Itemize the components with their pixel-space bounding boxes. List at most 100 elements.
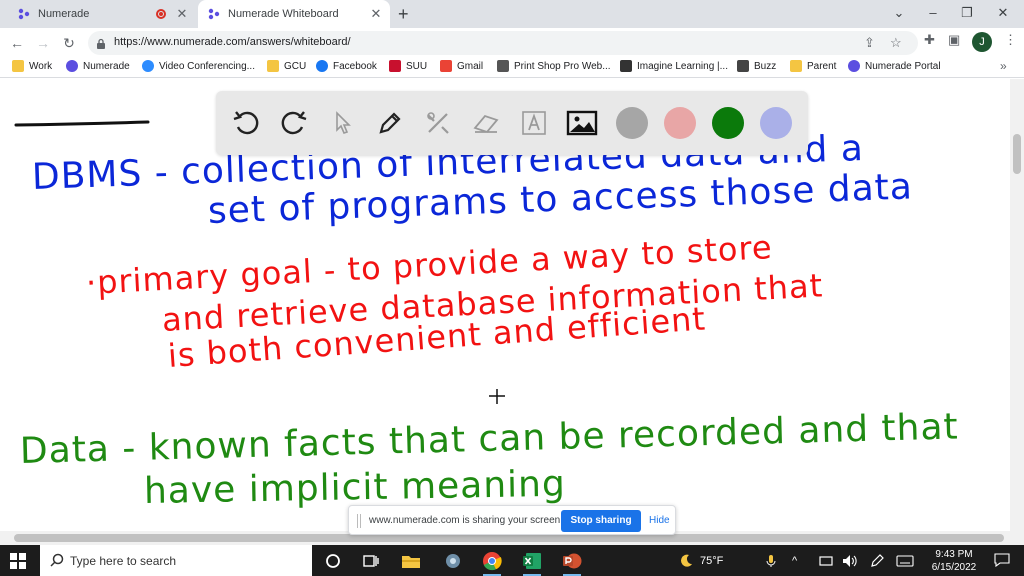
numerade-icon: [848, 60, 860, 72]
folder-icon: [267, 60, 279, 72]
drag-handle-icon[interactable]: [357, 514, 361, 528]
scrollbar-thumb[interactable]: [1013, 134, 1021, 174]
tab-numerade[interactable]: Numerade ✕: [8, 0, 196, 28]
whiteboard-toolbar: [216, 91, 808, 155]
chevron-down-icon[interactable]: ⌄: [882, 0, 916, 28]
chevron-up-icon[interactable]: ^: [792, 545, 797, 576]
moon-icon: [681, 554, 692, 567]
text-icon[interactable]: [516, 105, 552, 141]
numerade-icon: [208, 8, 220, 20]
vertical-scrollbar[interactable]: [1010, 79, 1024, 531]
numerade-icon: [66, 60, 78, 72]
bookmark-parent[interactable]: Parent: [790, 60, 836, 72]
bookmark-work[interactable]: Work: [12, 60, 52, 72]
whiteboard-canvas[interactable]: DBMS - collection of interrelated data a…: [0, 79, 1010, 531]
url-text: https://www.numerade.com/answers/whitebo…: [114, 36, 351, 48]
address-bar[interactable]: https://www.numerade.com/answers/whitebo…: [88, 31, 918, 55]
search-icon: [50, 553, 64, 572]
folder-icon: [790, 60, 802, 72]
taskbar-search-box[interactable]: Type here to search: [40, 545, 312, 576]
chrome-icon[interactable]: [477, 549, 507, 576]
tab-numerade-whiteboard[interactable]: Numerade Whiteboard ✕: [198, 0, 390, 28]
stop-sharing-button[interactable]: Stop sharing: [561, 510, 641, 532]
bookmark-video-conferencing[interactable]: Video Conferencing...: [142, 60, 255, 72]
close-tab-icon[interactable]: ✕: [368, 6, 384, 22]
facebook-icon: [316, 60, 328, 72]
task-view-icon[interactable]: [356, 549, 386, 573]
side-panel-icon[interactable]: ▣: [948, 32, 960, 48]
bookmarks-more-button[interactable]: »: [1000, 59, 1007, 73]
undo-icon[interactable]: [228, 105, 264, 141]
file-explorer-icon[interactable]: [396, 549, 426, 573]
avatar[interactable]: J: [972, 32, 992, 52]
tab-title: Numerade: [38, 8, 90, 20]
keyboard-icon[interactable]: [896, 545, 914, 576]
extensions-icon[interactable]: ✚: [924, 32, 935, 48]
image-icon[interactable]: [564, 105, 600, 141]
network-icon[interactable]: [818, 545, 834, 576]
suu-icon: [389, 60, 401, 72]
eraser-icon[interactable]: [468, 105, 504, 141]
gmail-icon: [440, 60, 452, 72]
bookmark-imagine-learning[interactable]: Imagine Learning |...: [620, 60, 728, 72]
color-swatch-gray[interactable]: [616, 107, 648, 139]
bookmark-suu[interactable]: SUU: [389, 60, 427, 72]
clock-date: 6/15/2022: [931, 562, 977, 573]
scrollbar-thumb[interactable]: [14, 534, 1004, 542]
minimize-button[interactable]: –: [916, 0, 950, 28]
windows-start-icon[interactable]: [10, 553, 26, 574]
bookmark-numerade[interactable]: Numerade: [66, 60, 130, 72]
menu-icon[interactable]: ⋮: [1004, 32, 1017, 48]
new-tab-button[interactable]: +: [398, 4, 409, 25]
share-message: www.numerade.com is sharing your screen.: [369, 515, 563, 526]
browser-tab-strip: Numerade ✕ Numerade Whiteboard ✕ + ⌄ – ❐…: [0, 0, 1024, 28]
bookmark-gmail[interactable]: Gmail: [440, 60, 483, 72]
pen-workspace-icon[interactable]: [870, 545, 884, 576]
tools-icon[interactable]: [420, 105, 456, 141]
video-icon: [142, 60, 154, 72]
tab-title: Numerade Whiteboard: [228, 8, 339, 20]
reload-button[interactable]: ↻: [58, 32, 80, 54]
snipping-tool-icon[interactable]: [438, 549, 468, 573]
back-button[interactable]: ←: [6, 32, 28, 54]
close-window-button[interactable]: ✕: [986, 0, 1020, 28]
folder-icon: [12, 60, 24, 72]
color-swatch-red[interactable]: [664, 107, 696, 139]
color-swatch-green[interactable]: [712, 107, 744, 139]
notifications-icon[interactable]: [994, 553, 1010, 572]
volume-icon[interactable]: [842, 545, 858, 576]
bookmark-print-shop[interactable]: Print Shop Pro Web...: [497, 60, 611, 72]
star-icon[interactable]: ☆: [890, 35, 902, 51]
weather-temp: 75°F: [700, 554, 724, 567]
pointer-icon[interactable]: [324, 105, 360, 141]
excel-icon[interactable]: [517, 549, 547, 576]
weather-widget[interactable]: 75°F: [678, 545, 723, 576]
bookmark-numerade-portal[interactable]: Numerade Portal: [848, 60, 941, 72]
bookmark-gcu[interactable]: GCU: [267, 60, 306, 72]
numerade-icon: [18, 8, 30, 20]
windows-taskbar: Type here to search 75°F ^ 9:43 PM 6/15/…: [0, 545, 1024, 576]
search-placeholder: Type here to search: [70, 554, 177, 568]
clock-time: 9:43 PM: [935, 549, 973, 560]
buzz-icon: [737, 60, 749, 72]
taskbar-clock[interactable]: 9:43 PM 6/15/2022: [922, 548, 986, 574]
redo-icon[interactable]: [276, 105, 312, 141]
close-tab-icon[interactable]: ✕: [174, 6, 190, 22]
share-icon[interactable]: ⇪: [864, 35, 875, 51]
mic-icon[interactable]: [766, 545, 776, 576]
bookmarks-bar: Work Numerade Video Conferencing... GCU …: [0, 58, 1024, 78]
forward-button[interactable]: →: [32, 32, 54, 54]
cortana-icon[interactable]: [318, 549, 348, 573]
pen-icon[interactable]: [372, 105, 408, 141]
imagine-icon: [620, 60, 632, 72]
powerpoint-icon[interactable]: [557, 549, 587, 576]
restore-button[interactable]: ❐: [950, 0, 984, 28]
screen-share-bar: www.numerade.com is sharing your screen.…: [348, 505, 676, 535]
bookmark-facebook[interactable]: Facebook: [316, 60, 377, 72]
color-swatch-blue[interactable]: [760, 107, 792, 139]
hide-button[interactable]: Hide: [649, 515, 670, 526]
recording-icon: [156, 9, 166, 19]
bookmark-buzz[interactable]: Buzz: [737, 60, 776, 72]
black-stroke: [14, 120, 150, 127]
crosshair-cursor-icon: [489, 389, 505, 404]
